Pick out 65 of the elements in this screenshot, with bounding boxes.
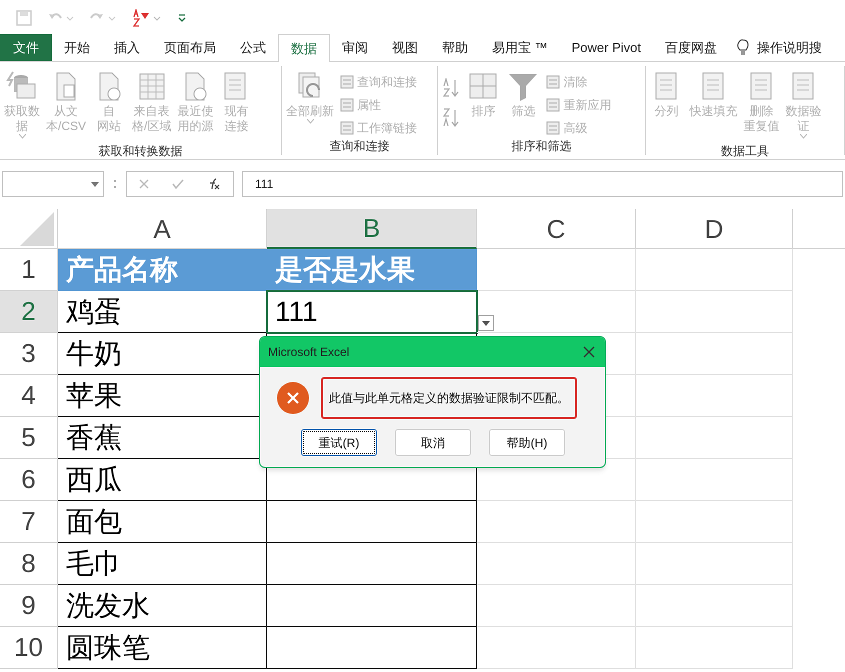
row-header[interactable]: 2 bbox=[0, 291, 58, 333]
ribbon-tab[interactable]: 视图 bbox=[380, 34, 430, 61]
small-icon bbox=[546, 74, 560, 88]
ribbon-tab[interactable]: 开始 bbox=[52, 34, 102, 61]
select-all-icon[interactable] bbox=[20, 212, 54, 246]
sort-filter-icon[interactable] bbox=[132, 8, 162, 26]
ribbon-tab[interactable]: 公式 bbox=[228, 34, 278, 61]
small-icon bbox=[546, 98, 560, 112]
close-icon[interactable] bbox=[583, 346, 595, 358]
lightbulb-icon[interactable] bbox=[737, 39, 749, 56]
table-cell: 鸡蛋 bbox=[58, 291, 267, 333]
group-label: 排序和筛选 bbox=[512, 139, 572, 153]
row-header[interactable]: 9 bbox=[0, 585, 58, 627]
error-icon bbox=[277, 382, 309, 414]
dialog-button[interactable]: 重试(R) bbox=[301, 429, 377, 456]
row-header[interactable]: 5 bbox=[0, 417, 58, 459]
search-field[interactable]: 操作说明搜 bbox=[757, 38, 822, 58]
error-message: 此值与此单元格定义的数据验证限制不匹配。 bbox=[321, 377, 577, 419]
ribbon-tab[interactable]: 帮助 bbox=[430, 34, 480, 61]
column-header[interactable]: D bbox=[636, 209, 793, 249]
table-cell: 面包 bbox=[58, 501, 267, 543]
group-label: 查询和连接 bbox=[330, 139, 390, 153]
customize-icon[interactable] bbox=[178, 12, 186, 22]
file-tab[interactable]: 文件 bbox=[0, 34, 52, 61]
row-header[interactable]: 7 bbox=[0, 501, 58, 543]
small-icon bbox=[340, 98, 354, 112]
column-header[interactable]: B bbox=[267, 209, 477, 249]
small-icon bbox=[546, 120, 560, 134]
ribbon-tab[interactable]: 数据 bbox=[278, 34, 330, 62]
ribbon-tab[interactable]: 百度网盘 bbox=[653, 34, 729, 61]
ribbon-tab[interactable]: 审阅 bbox=[330, 34, 380, 61]
ribbon-tab[interactable]: 插入 bbox=[102, 34, 152, 61]
ribbon-tab[interactable]: Power Pivot bbox=[560, 34, 653, 61]
group-label: 获取和转换数据 bbox=[98, 144, 182, 158]
row-header[interactable]: 8 bbox=[0, 543, 58, 585]
dialog-button[interactable]: 取消 bbox=[395, 429, 471, 456]
row-header[interactable]: 6 bbox=[0, 459, 58, 501]
dropdown-button[interactable] bbox=[478, 315, 494, 331]
sort-ascending-icon[interactable] bbox=[442, 78, 460, 98]
ribbon-tab[interactable]: 易用宝 ™ bbox=[480, 34, 560, 61]
small-icon bbox=[340, 120, 354, 134]
function-icon[interactable] bbox=[207, 178, 222, 190]
cancel-icon[interactable] bbox=[138, 179, 149, 189]
table-cell: 洗发水 bbox=[58, 585, 267, 627]
group-label: 数据工具 bbox=[720, 144, 769, 158]
sort-descending-icon[interactable] bbox=[442, 108, 460, 128]
row-header[interactable]: 4 bbox=[0, 375, 58, 417]
row-header[interactable]: 3 bbox=[0, 333, 58, 375]
table-cell: 产品名称 bbox=[58, 249, 267, 291]
ribbon-tab[interactable]: 页面布局 bbox=[152, 34, 228, 61]
row-header[interactable]: 10 bbox=[0, 627, 58, 669]
table-cell: 毛巾 bbox=[58, 543, 267, 585]
column-header[interactable]: C bbox=[477, 209, 636, 249]
save-icon[interactable] bbox=[16, 10, 32, 26]
dialog-title: Microsoft Excel bbox=[268, 344, 350, 361]
table-cell: 是否是水果 bbox=[267, 249, 477, 291]
table-cell: 111 bbox=[267, 291, 477, 333]
dropdown-caret-icon bbox=[482, 320, 490, 326]
dropdown-caret-icon[interactable] bbox=[91, 182, 99, 186]
table-cell: 圆珠笔 bbox=[58, 627, 267, 669]
confirm-icon[interactable] bbox=[172, 179, 184, 189]
formula-text: 111 bbox=[255, 176, 274, 193]
more-icon bbox=[112, 177, 118, 191]
dialog-button[interactable]: 帮助(H) bbox=[489, 429, 565, 456]
small-icon bbox=[340, 74, 354, 88]
